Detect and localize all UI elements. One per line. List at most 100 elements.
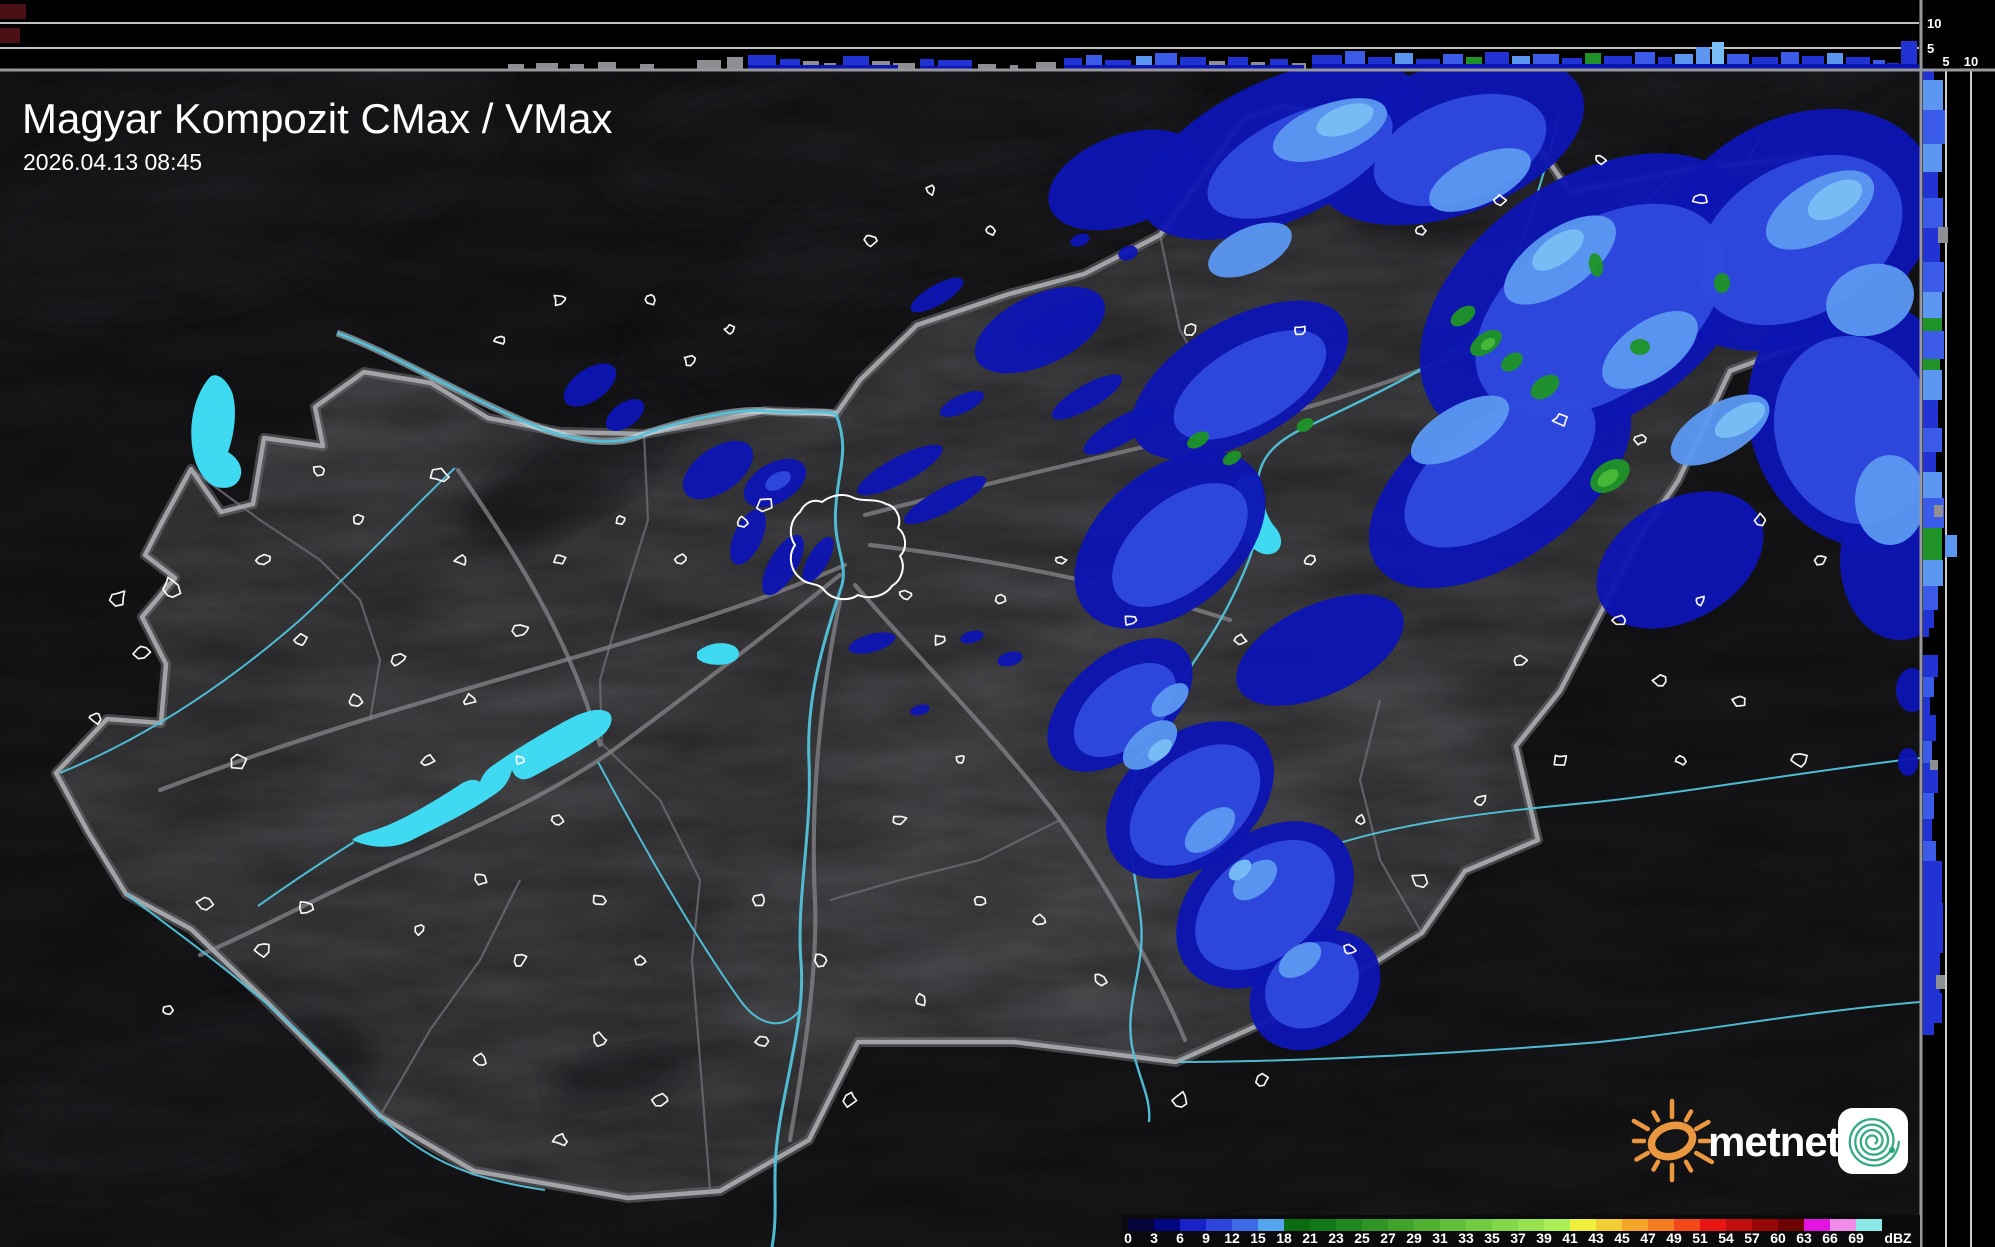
vmax-top-projection	[0, 0, 1920, 69]
echo-column	[748, 65, 898, 69]
echo-row	[1923, 452, 1936, 472]
echo-row	[1923, 428, 1942, 452]
app-icon-bg	[1838, 1108, 1908, 1174]
legend-label: 54	[1718, 1230, 1734, 1246]
echo-row	[1923, 741, 1932, 763]
echo-row	[1923, 228, 1940, 262]
echo-column	[697, 60, 721, 69]
legend-label: 29	[1406, 1230, 1422, 1246]
legend-label: 63	[1796, 1230, 1812, 1246]
legend-label: 9	[1202, 1230, 1210, 1246]
axis-corner: 10 55 10	[1922, 0, 1995, 69]
echo-row	[1923, 560, 1943, 586]
echo-row	[1930, 760, 1938, 770]
legend-label: 21	[1302, 1230, 1318, 1246]
legend-label: 57	[1744, 1230, 1760, 1246]
legend-label: 12	[1224, 1230, 1240, 1246]
echo-row	[1923, 1023, 1934, 1035]
corner-mark	[0, 28, 20, 43]
echo-row	[1923, 819, 1932, 841]
radar-echo	[1898, 748, 1918, 776]
echo-row	[1923, 331, 1944, 359]
radar-echo	[1855, 455, 1921, 545]
legend-color-cells	[1128, 1219, 1882, 1231]
metnet-wordmark: metnet	[1708, 1118, 1841, 1165]
echo-row	[1938, 227, 1948, 243]
echo-row	[1923, 110, 1945, 144]
legend-label: 49	[1666, 1230, 1682, 1246]
dbz-color-legend: 0 3 6 9 12 15 18 21 23 25 27 29 31 33 35 37 39 41 43 45 47 49…	[1122, 1215, 1920, 1247]
legend-label: 23	[1328, 1230, 1344, 1246]
echo-row	[1923, 292, 1942, 318]
legend-label: 27	[1380, 1230, 1396, 1246]
echo-row	[1934, 505, 1943, 517]
echo-row	[1945, 535, 1957, 557]
echo-row	[1923, 861, 1942, 903]
echo-column	[727, 57, 743, 69]
legend-label: 25	[1354, 1230, 1370, 1246]
width-tick-label: 10	[1964, 54, 1978, 69]
echo-column	[1064, 65, 1304, 69]
legend-label: 45	[1614, 1230, 1630, 1246]
legend-label: 6	[1176, 1230, 1184, 1246]
legend-label: 43	[1588, 1230, 1604, 1246]
echo-row	[1923, 400, 1938, 428]
legend-label: 35	[1484, 1230, 1500, 1246]
echo-row	[1923, 610, 1934, 628]
legend-label: 41	[1562, 1230, 1578, 1246]
echo-row	[1923, 993, 1942, 1023]
legend-label: 60	[1770, 1230, 1786, 1246]
echo-row	[1923, 628, 1929, 637]
echo-row	[1923, 198, 1943, 228]
legend-label: dBZ	[1884, 1230, 1912, 1246]
legend-label: 39	[1536, 1230, 1552, 1246]
echo-row	[1923, 655, 1938, 677]
legend-label: 3	[1150, 1230, 1158, 1246]
legend-label: 47	[1640, 1230, 1656, 1246]
echo-row	[1923, 80, 1943, 110]
legend-label: 31	[1432, 1230, 1448, 1246]
corner-mark	[0, 4, 26, 19]
echo-column	[1312, 64, 1919, 69]
echo-row	[1923, 472, 1942, 498]
echo-row	[1923, 841, 1936, 861]
echo-row	[1923, 903, 1943, 953]
hungary-radar-map	[0, 71, 1921, 1247]
legend-label: 37	[1510, 1230, 1526, 1246]
legend-label: 18	[1276, 1230, 1292, 1246]
echo-row	[1923, 71, 1934, 80]
height-tick-label: 10	[1927, 16, 1941, 31]
spiral-dot	[1889, 1147, 1895, 1153]
legend-label: 33	[1458, 1230, 1474, 1246]
echo-column	[508, 64, 524, 69]
echo-column	[536, 63, 558, 69]
echo-row	[1923, 528, 1942, 560]
page-title: Magyar Kompozit CMax / VMax	[22, 95, 613, 142]
vmax-right-projection	[1922, 71, 1995, 1247]
legend-label: 69	[1848, 1230, 1864, 1246]
echo-column	[598, 62, 616, 69]
echo-column	[978, 64, 996, 69]
echo-row	[1923, 144, 1942, 172]
echo-column	[1010, 65, 1018, 69]
radar-echo	[1630, 339, 1650, 355]
echo-row	[1923, 677, 1934, 697]
echo-row	[1923, 318, 1942, 331]
height-tick-label: 5	[1927, 41, 1934, 56]
radar-echo	[1714, 273, 1730, 293]
echo-row	[1936, 975, 1945, 989]
echo-column	[570, 64, 584, 69]
echo-column	[1036, 62, 1056, 69]
width-tick-label: 5	[1942, 54, 1949, 69]
echo-row	[1923, 697, 1930, 715]
echo-row	[1923, 793, 1934, 819]
echo-row	[1923, 262, 1944, 292]
timestamp: 2026.04.13 08:45	[23, 149, 202, 175]
echo-row	[1923, 586, 1938, 610]
echo-column	[640, 64, 654, 69]
legend-label: 0	[1124, 1230, 1132, 1246]
echo-row	[1923, 359, 1940, 370]
echo-row	[1923, 370, 1942, 400]
radar-composite-image: 1055 10 0 3 6 9 12 15 18 21 23 25 27 29 31 33 35 37 39 41 4…	[0, 0, 1995, 1247]
corner-bg	[1922, 0, 1995, 69]
